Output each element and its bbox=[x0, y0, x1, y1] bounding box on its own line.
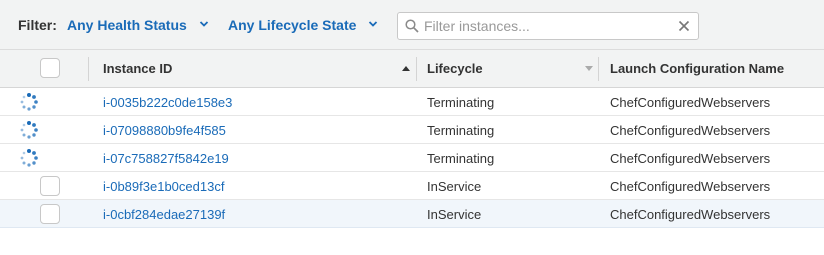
loading-spinner-icon bbox=[20, 149, 38, 167]
instance-id-link[interactable]: i-07c758827f5842e19 bbox=[103, 151, 229, 166]
lifecycle-value: Terminating bbox=[427, 95, 495, 110]
column-header-instance-id[interactable]: Instance ID bbox=[103, 61, 172, 76]
sort-ascending-icon[interactable] bbox=[402, 66, 410, 71]
column-divider bbox=[88, 57, 89, 81]
column-divider bbox=[416, 57, 417, 81]
health-status-dropdown[interactable]: Any Health Status bbox=[67, 17, 209, 33]
table-row[interactable]: i-0b89f3e1b0ced13cf InService ChefConfig… bbox=[0, 172, 824, 200]
table-row[interactable]: i-0cbf284edae27139f InService ChefConfig… bbox=[0, 200, 824, 228]
close-icon[interactable] bbox=[678, 20, 690, 32]
column-header-launch-configuration-name[interactable]: Launch Configuration Name bbox=[610, 61, 784, 76]
launch-config-value: ChefConfiguredWebservers bbox=[610, 151, 771, 166]
search-box bbox=[397, 12, 699, 40]
instance-id-link[interactable]: i-0035b222c0de158e3 bbox=[103, 95, 232, 110]
health-status-label: Any Health Status bbox=[67, 17, 187, 33]
filter-label: Filter: bbox=[18, 17, 57, 33]
table-row[interactable]: i-07098880b9fe4f585 Terminating ChefConf… bbox=[0, 116, 824, 144]
launch-config-value: ChefConfiguredWebservers bbox=[610, 179, 771, 194]
select-all-checkbox[interactable] bbox=[40, 58, 60, 78]
instance-id-link[interactable]: i-07098880b9fe4f585 bbox=[103, 123, 226, 138]
chevron-down-icon bbox=[369, 21, 378, 27]
lifecycle-value: Terminating bbox=[427, 151, 495, 166]
column-divider bbox=[598, 57, 599, 81]
table-header: Instance ID Lifecycle Launch Configurati… bbox=[0, 50, 824, 88]
launch-config-value: ChefConfiguredWebservers bbox=[610, 207, 771, 222]
lifecycle-value: Terminating bbox=[427, 123, 495, 138]
search-input[interactable] bbox=[424, 14, 664, 38]
instance-id-link[interactable]: i-0b89f3e1b0ced13cf bbox=[103, 179, 224, 194]
loading-spinner-icon bbox=[20, 121, 38, 139]
lifecycle-value: InService bbox=[427, 207, 482, 222]
filter-bar: Filter: Any Health Status Any Lifecycle … bbox=[0, 0, 824, 50]
table-row[interactable]: i-07c758827f5842e19 Terminating ChefConf… bbox=[0, 144, 824, 172]
lifecycle-value: InService bbox=[427, 179, 482, 194]
loading-spinner-icon bbox=[20, 93, 38, 111]
row-checkbox[interactable] bbox=[40, 204, 60, 224]
sort-indicator-icon[interactable] bbox=[585, 66, 593, 71]
chevron-down-icon bbox=[199, 21, 208, 27]
launch-config-value: ChefConfiguredWebservers bbox=[610, 95, 771, 110]
launch-config-value: ChefConfiguredWebservers bbox=[610, 123, 771, 138]
lifecycle-state-dropdown[interactable]: Any Lifecycle State bbox=[228, 17, 378, 33]
lifecycle-state-label: Any Lifecycle State bbox=[228, 17, 357, 33]
instance-id-link[interactable]: i-0cbf284edae27139f bbox=[103, 207, 225, 222]
table-row[interactable]: i-0035b222c0de158e3 Terminating ChefConf… bbox=[0, 88, 824, 116]
row-checkbox[interactable] bbox=[40, 176, 60, 196]
search-icon bbox=[405, 19, 419, 33]
column-header-lifecycle[interactable]: Lifecycle bbox=[427, 61, 483, 76]
